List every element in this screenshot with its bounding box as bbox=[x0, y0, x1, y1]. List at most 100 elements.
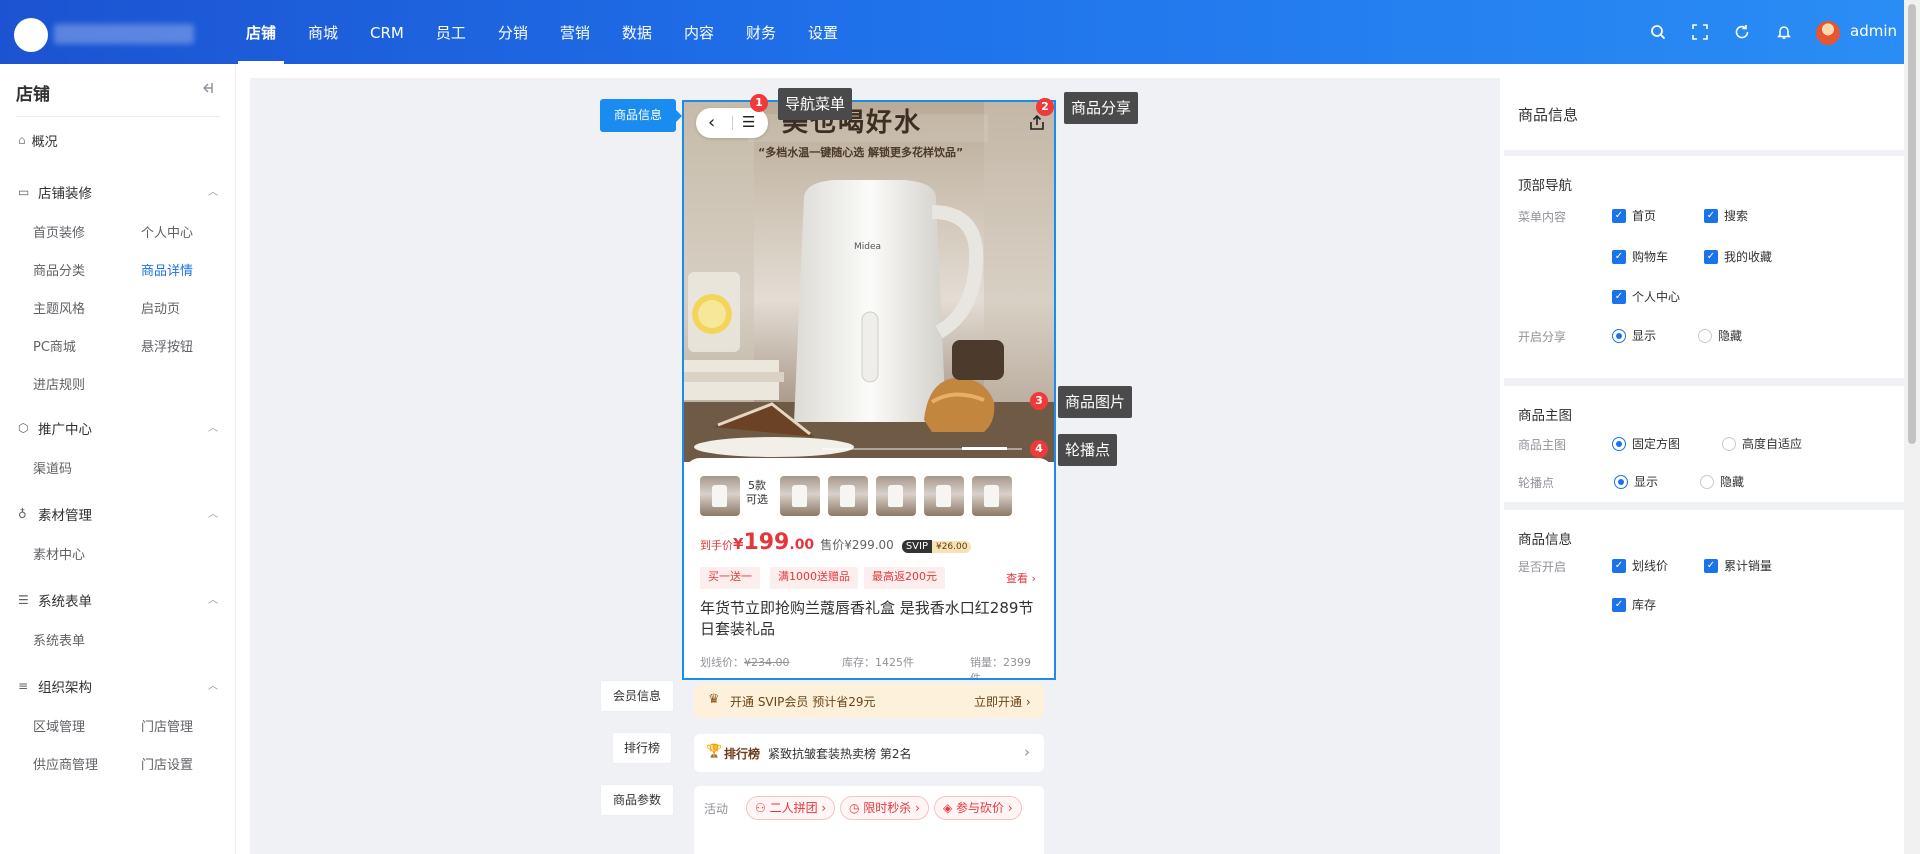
activity-tag-bargain[interactable]: ◈ 参与砍价 › bbox=[934, 796, 1022, 820]
checkbox-home[interactable]: ✓ 首页 bbox=[1612, 207, 1656, 224]
nav-item-content[interactable]: 内容 bbox=[668, 0, 730, 64]
price-integer: 199 bbox=[743, 530, 790, 555]
nav-item-mall[interactable]: 商城 bbox=[292, 0, 354, 64]
radio-dot bbox=[1698, 328, 1712, 343]
nav-menu-capsule[interactable]: ‹ ☰ bbox=[696, 108, 768, 138]
refresh-icon[interactable] bbox=[1732, 22, 1752, 42]
checkbox-line-price[interactable]: ✓ 划线价 bbox=[1612, 557, 1668, 574]
sidebar-item-theme[interactable]: 主题风格 bbox=[33, 298, 85, 317]
radio-label: 显示 bbox=[1634, 475, 1659, 489]
nav-item-finance[interactable]: 财务 bbox=[730, 0, 792, 64]
fullscreen-icon[interactable] bbox=[1690, 22, 1710, 42]
currency-symbol: ¥ bbox=[733, 535, 744, 553]
variant-thumb[interactable] bbox=[972, 476, 1012, 516]
avatar[interactable] bbox=[1816, 21, 1840, 45]
sidebar-item-launch-page[interactable]: 启动页 bbox=[141, 298, 180, 317]
sidebar-item-material-center[interactable]: 素材中心 bbox=[33, 544, 85, 563]
menu-icon[interactable]: ☰ bbox=[742, 113, 755, 131]
promo-tag[interactable]: 满1000送赠品 bbox=[770, 567, 858, 589]
checkbox-stock[interactable]: ✓ 库存 bbox=[1612, 596, 1656, 613]
radio-dots-hide[interactable]: 隐藏 bbox=[1700, 473, 1744, 490]
carousel-dots[interactable] bbox=[822, 447, 1022, 450]
nav-item-staff[interactable]: 员工 bbox=[420, 0, 482, 64]
chevron-up-icon: ︿ bbox=[208, 187, 218, 198]
checkbox-label: 购物车 bbox=[1632, 250, 1669, 264]
sidebar-group-organization[interactable]: ≡ 组织架构 ︿ bbox=[18, 676, 218, 696]
nav-item-marketing[interactable]: 营销 bbox=[544, 0, 606, 64]
share-icon[interactable] bbox=[1028, 114, 1046, 132]
checkbox-cart[interactable]: ✓ 购物车 bbox=[1612, 248, 1668, 265]
checkbox-total-sales[interactable]: ✓ 累计销量 bbox=[1704, 557, 1772, 574]
nav-item-settings[interactable]: 设置 bbox=[792, 0, 854, 64]
promo-tag[interactable]: 最高返200元 bbox=[864, 567, 945, 589]
settings-main-image: 商品主图 商品主图 固定方图 高度自适应 轮播点 显示 隐藏 bbox=[1504, 386, 1904, 502]
nav-item-distribution[interactable]: 分销 bbox=[482, 0, 544, 64]
bell-icon[interactable] bbox=[1774, 22, 1794, 42]
logo[interactable] bbox=[14, 18, 48, 52]
radio-share-hide[interactable]: 隐藏 bbox=[1698, 327, 1742, 344]
section-label-member-info[interactable]: 会员信息 bbox=[600, 680, 674, 712]
sidebar-item-home-decor[interactable]: 首页装修 bbox=[33, 222, 85, 241]
promo-more-link[interactable]: 查看 › bbox=[1006, 570, 1036, 586]
member-banner[interactable]: ♛ 开通 SVIP会员 预计省29元 立即开通 › bbox=[694, 684, 1044, 718]
sidebar-group-promotion[interactable]: ⬡ 推广中心 ︿ bbox=[18, 418, 218, 438]
nav-item-data[interactable]: 数据 bbox=[606, 0, 668, 64]
sidebar-item-float-button[interactable]: 悬浮按钮 bbox=[141, 336, 193, 355]
sidebar-item-store-manage[interactable]: 门店管理 bbox=[141, 716, 193, 735]
radio-dot bbox=[1614, 474, 1628, 489]
nav-item-store[interactable]: 店铺 bbox=[230, 0, 292, 64]
checkbox-user-center[interactable]: ✓ 个人中心 bbox=[1612, 288, 1680, 305]
sidebar-group-forms[interactable]: ☰ 系统表单 ︿ bbox=[18, 590, 218, 610]
variant-thumb[interactable] bbox=[876, 476, 916, 516]
sidebar-item-supplier[interactable]: 供应商管理 bbox=[33, 754, 98, 773]
username[interactable]: admin bbox=[1850, 22, 1897, 40]
price-decimal: .00 bbox=[789, 537, 815, 553]
nav-item-crm[interactable]: CRM bbox=[354, 0, 420, 64]
section-label-ranking[interactable]: 排行榜 bbox=[612, 732, 672, 764]
activity-tag-flash-sale[interactable]: ◷ 限时秒杀 › bbox=[840, 796, 929, 820]
share-label: 开启分享 bbox=[1518, 330, 1567, 344]
variant-thumb[interactable] bbox=[924, 476, 964, 516]
sidebar-item-user-center[interactable]: 个人中心 bbox=[141, 222, 193, 241]
radio-dots-show[interactable]: 显示 bbox=[1614, 473, 1658, 490]
sidebar-item-system-forms[interactable]: 系统表单 bbox=[33, 630, 85, 649]
phone-preview[interactable]: 美也喝好水 “多档水温一键随心选 解锁更多花样饮品” Midea ‹ ☰ 5款 … bbox=[682, 100, 1056, 680]
radio-share-show[interactable]: 显示 bbox=[1612, 327, 1656, 344]
rank-title: 排行榜 bbox=[724, 747, 761, 761]
collapse-sidebar-icon[interactable] bbox=[200, 81, 218, 99]
sidebar-item-entry-rules[interactable]: 进店规则 bbox=[33, 374, 85, 393]
checkbox-favorites[interactable]: ✓ 我的收藏 bbox=[1704, 248, 1772, 265]
settings-panel: 商品信息 顶部导航 菜单内容 ✓ 首页 ✓ 搜索 ✓ 购物车 ✓ 我的收藏 ✓ 个人中心 … bbox=[1504, 80, 1904, 854]
ranking-banner[interactable]: 🏆 排行榜 紧致抗皱套装热卖榜 第2名 › bbox=[694, 734, 1044, 772]
sidebar-group-materials[interactable]: ♁ 素材管理 ︿ bbox=[18, 504, 218, 524]
promo-tag[interactable]: 买一送一 bbox=[700, 567, 760, 589]
sidebar-item-pc-mall[interactable]: PC商城 bbox=[33, 336, 76, 355]
sidebar-item-product-detail[interactable]: 商品详情 bbox=[141, 260, 193, 279]
sidebar-item-overview[interactable]: ⌂ 概况 bbox=[18, 130, 58, 150]
back-icon[interactable]: ‹ bbox=[708, 112, 715, 133]
search-icon[interactable] bbox=[1648, 22, 1668, 42]
check-icon: ✓ bbox=[1612, 289, 1626, 304]
member-open-link[interactable]: 立即开通 › bbox=[974, 693, 1031, 710]
sidebar-group-decoration[interactable]: ▭ 店铺装修 ︿ bbox=[18, 182, 218, 202]
radio-auto-height[interactable]: 高度自适应 bbox=[1722, 435, 1802, 452]
page-scrollbar[interactable] bbox=[1904, 0, 1920, 854]
variant-thumb[interactable] bbox=[828, 476, 868, 516]
sidebar-item-channel-code[interactable]: 渠道码 bbox=[33, 458, 72, 477]
variant-thumb[interactable] bbox=[780, 476, 820, 516]
section-label-product-params[interactable]: 商品参数 bbox=[600, 784, 674, 816]
product-image[interactable]: 美也喝好水 “多档水温一键随心选 解锁更多花样饮品” Midea ‹ ☰ bbox=[684, 102, 1054, 462]
variant-thumb[interactable] bbox=[700, 476, 740, 516]
chevron-right-icon[interactable]: › bbox=[1024, 743, 1030, 761]
radio-dot bbox=[1700, 474, 1714, 489]
checkbox-search[interactable]: ✓ 搜索 bbox=[1704, 207, 1748, 224]
section-label-product-info[interactable]: 商品信息 bbox=[600, 99, 682, 132]
sidebar-item-category[interactable]: 商品分类 bbox=[33, 260, 85, 279]
sidebar-item-store-settings[interactable]: 门店设置 bbox=[141, 754, 193, 773]
radio-fixed-square[interactable]: 固定方图 bbox=[1612, 435, 1680, 452]
sidebar-divider bbox=[16, 116, 220, 117]
scrollbar-thumb[interactable] bbox=[1908, 4, 1916, 444]
filter-icon: ≡ bbox=[18, 679, 29, 693]
sidebar-item-region[interactable]: 区域管理 bbox=[33, 716, 85, 735]
activity-tag-group-buy[interactable]: ⚇ 二人拼团 › bbox=[746, 796, 836, 820]
